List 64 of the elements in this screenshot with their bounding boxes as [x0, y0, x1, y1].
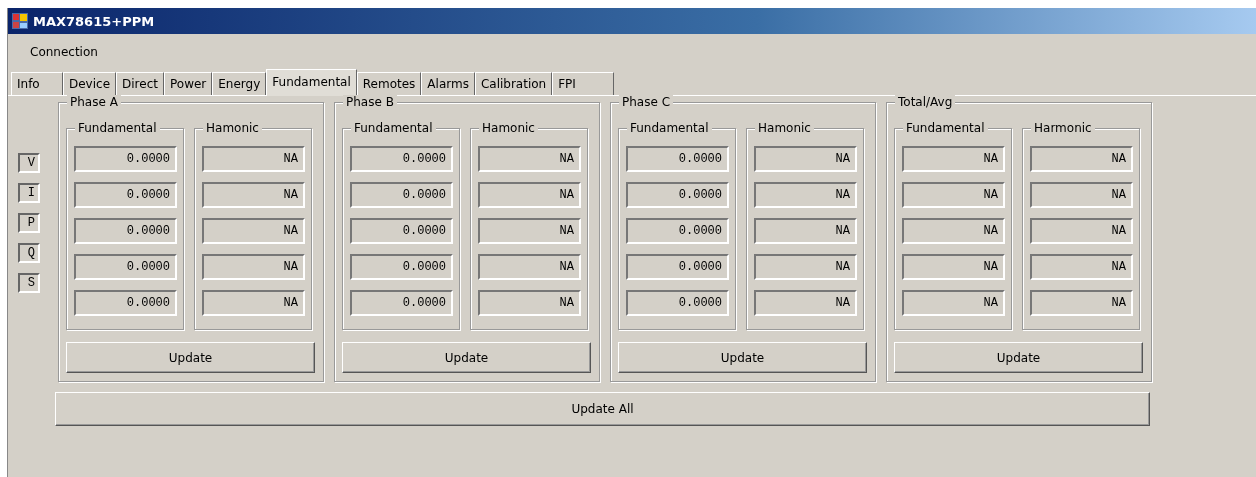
tab[interactable]: Calibration	[474, 72, 553, 95]
value-field: NA	[754, 218, 857, 244]
value-field: 0.0000	[74, 290, 177, 316]
value-field: 0.0000	[626, 290, 729, 316]
value-field: NA	[902, 182, 1005, 208]
value-field: 0.0000	[626, 218, 729, 244]
tab[interactable]: Remotes	[356, 72, 422, 95]
tab[interactable]: Fundamental	[266, 69, 357, 96]
tab[interactable]: Power	[164, 72, 213, 95]
value-field: NA	[202, 182, 305, 208]
row-label: Q	[18, 243, 40, 263]
value-field: NA	[754, 290, 857, 316]
value-field: NA	[478, 182, 581, 208]
value-field: NA	[202, 218, 305, 244]
update-all-button[interactable]: Update All	[55, 392, 1150, 426]
value-field: NA	[202, 290, 305, 316]
value-field: 0.0000	[74, 146, 177, 172]
value-field: NA	[1030, 218, 1133, 244]
value-field: 0.0000	[350, 218, 453, 244]
value-field: NA	[478, 290, 581, 316]
value-field: 0.0000	[350, 290, 453, 316]
row-label: V	[18, 153, 40, 173]
update-button[interactable]: Update	[342, 342, 591, 373]
update-button[interactable]: Update	[618, 342, 867, 373]
tab[interactable]: Energy	[212, 72, 267, 95]
value-field: NA	[902, 290, 1005, 316]
update-button[interactable]: Update	[894, 342, 1143, 373]
tab[interactable]: Info	[11, 72, 63, 95]
value-field: NA	[1030, 290, 1133, 316]
value-field: NA	[754, 146, 857, 172]
group-title: Total/Avg	[895, 95, 956, 110]
tab[interactable]: Alarms	[421, 72, 475, 95]
value-field: NA	[478, 254, 581, 280]
value-field: NA	[754, 254, 857, 280]
tab[interactable]: Device	[63, 72, 117, 95]
value-field: NA	[1030, 146, 1133, 172]
window-title: MAX78615+PPM	[33, 13, 155, 29]
value-field: 0.0000	[626, 146, 729, 172]
row-label: P	[18, 213, 40, 233]
value-field: 0.0000	[626, 182, 729, 208]
tab[interactable]: Direct	[116, 72, 164, 95]
tab[interactable]: FPI	[552, 72, 615, 95]
value-field: NA	[902, 146, 1005, 172]
value-field: NA	[902, 254, 1005, 280]
update-button[interactable]: Update	[66, 342, 315, 373]
row-label: I	[18, 183, 40, 203]
value-field: 0.0000	[74, 254, 177, 280]
row-label: S	[18, 273, 40, 293]
value-field: 0.0000	[350, 182, 453, 208]
value-field: 0.0000	[74, 218, 177, 244]
value-field: 0.0000	[350, 146, 453, 172]
value-field: NA	[1030, 254, 1133, 280]
value-field: 0.0000	[626, 254, 729, 280]
value-field: NA	[902, 218, 1005, 244]
value-field: 0.0000	[350, 254, 453, 280]
value-field: 0.0000	[74, 182, 177, 208]
value-field: NA	[478, 146, 581, 172]
value-field: NA	[478, 218, 581, 244]
value-field: NA	[202, 146, 305, 172]
app-icon	[12, 13, 28, 29]
value-field: NA	[1030, 182, 1133, 208]
value-field: NA	[202, 254, 305, 280]
value-field: NA	[754, 182, 857, 208]
menu-item[interactable]: Connection	[30, 44, 98, 59]
